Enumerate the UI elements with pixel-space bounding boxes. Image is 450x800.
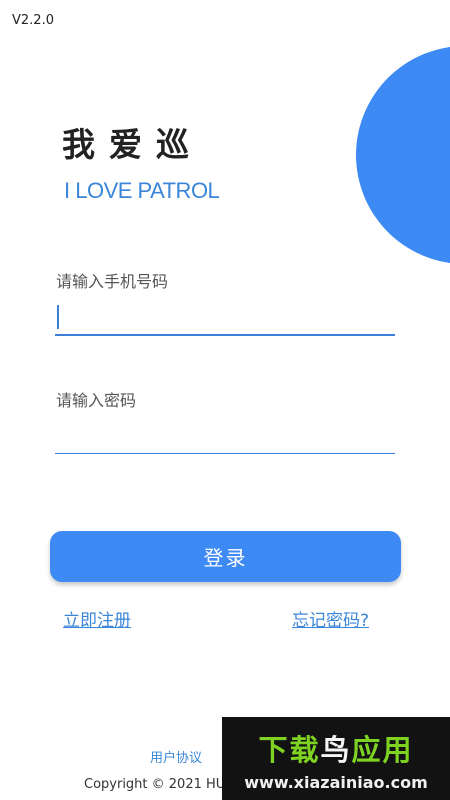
app-title-chinese: 我爱巡 [62, 125, 203, 164]
watermark-banner: 下载鸟应用 www.xiazainiao.com [222, 717, 450, 800]
forgot-password-link[interactable]: 忘记密码? [292, 606, 369, 631]
version-label: V2.2.0 [12, 13, 54, 28]
password-input[interactable] [55, 418, 395, 454]
login-screen: V2.2.0 我爱巡 I LOVE PATROL 请输入手机号码 请输入密码 登… [0, 0, 450, 800]
register-link[interactable]: 立即注册 [63, 606, 131, 631]
phone-input[interactable] [55, 300, 395, 336]
login-button[interactable]: 登录 [50, 531, 401, 582]
phone-field-label: 请输入手机号码 [56, 272, 169, 291]
watermark-title-part1: 下载 [258, 733, 321, 767]
decorative-circle [356, 46, 450, 264]
watermark-title-part2: 鸟 [320, 733, 352, 767]
copyright-text: Copyright © 2021 HU [84, 777, 226, 792]
text-caret [57, 305, 59, 329]
watermark-title-part3: 应用 [351, 733, 414, 767]
watermark-title: 下载鸟应用 [222, 727, 450, 769]
watermark-url: www.xiazainiao.com [244, 773, 428, 792]
user-agreement-link[interactable]: 用户协议 [150, 747, 202, 766]
app-title-english: I LOVE PATROL [64, 178, 220, 203]
password-field-label: 请输入密码 [56, 391, 137, 410]
